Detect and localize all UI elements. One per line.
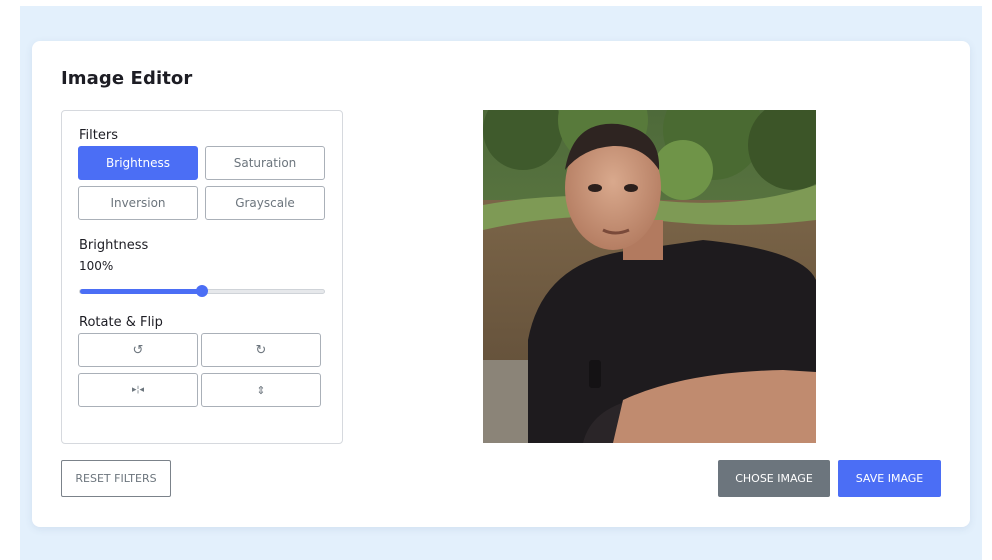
rotate-right-icon: ↻ <box>255 342 267 358</box>
rotate-left-button[interactable]: ↺ <box>78 333 198 367</box>
chose-image-button[interactable]: CHOSE IMAGE <box>718 460 830 497</box>
filter-saturation-button[interactable]: Saturation <box>205 146 325 180</box>
image-preview <box>483 110 816 443</box>
active-filter-value: 100% <box>79 259 114 273</box>
flip-horizontal-icon: ▸¦◂ <box>131 385 145 395</box>
page-title: Image Editor <box>61 68 193 89</box>
rotate-left-icon: ↺ <box>132 342 144 358</box>
save-image-button[interactable]: SAVE IMAGE <box>838 460 941 497</box>
editor-controls-panel: Filters Brightness Saturation Inversion … <box>61 110 343 444</box>
filter-grayscale-button[interactable]: Grayscale <box>205 186 325 220</box>
filter-slider-thumb[interactable] <box>196 285 208 297</box>
preview-photo <box>483 110 816 443</box>
flip-vertical-icon: ⇕ <box>256 383 266 397</box>
editor-card: Image Editor Filters Brightness Saturati… <box>32 41 970 527</box>
rotate-right-button[interactable]: ↻ <box>201 333 321 367</box>
rotate-flip-label: Rotate & Flip <box>79 315 163 330</box>
active-filter-name: Brightness <box>79 238 149 253</box>
filter-inversion-button[interactable]: Inversion <box>78 186 198 220</box>
flip-vertical-button[interactable]: ⇕ <box>201 373 321 407</box>
flip-horizontal-button[interactable]: ▸¦◂ <box>78 373 198 407</box>
filter-slider-fill <box>80 289 202 294</box>
filters-label: Filters <box>79 128 118 143</box>
reset-filters-button[interactable]: RESET FILTERS <box>61 460 171 497</box>
filter-brightness-button[interactable]: Brightness <box>78 146 198 180</box>
filter-slider[interactable] <box>79 285 325 297</box>
